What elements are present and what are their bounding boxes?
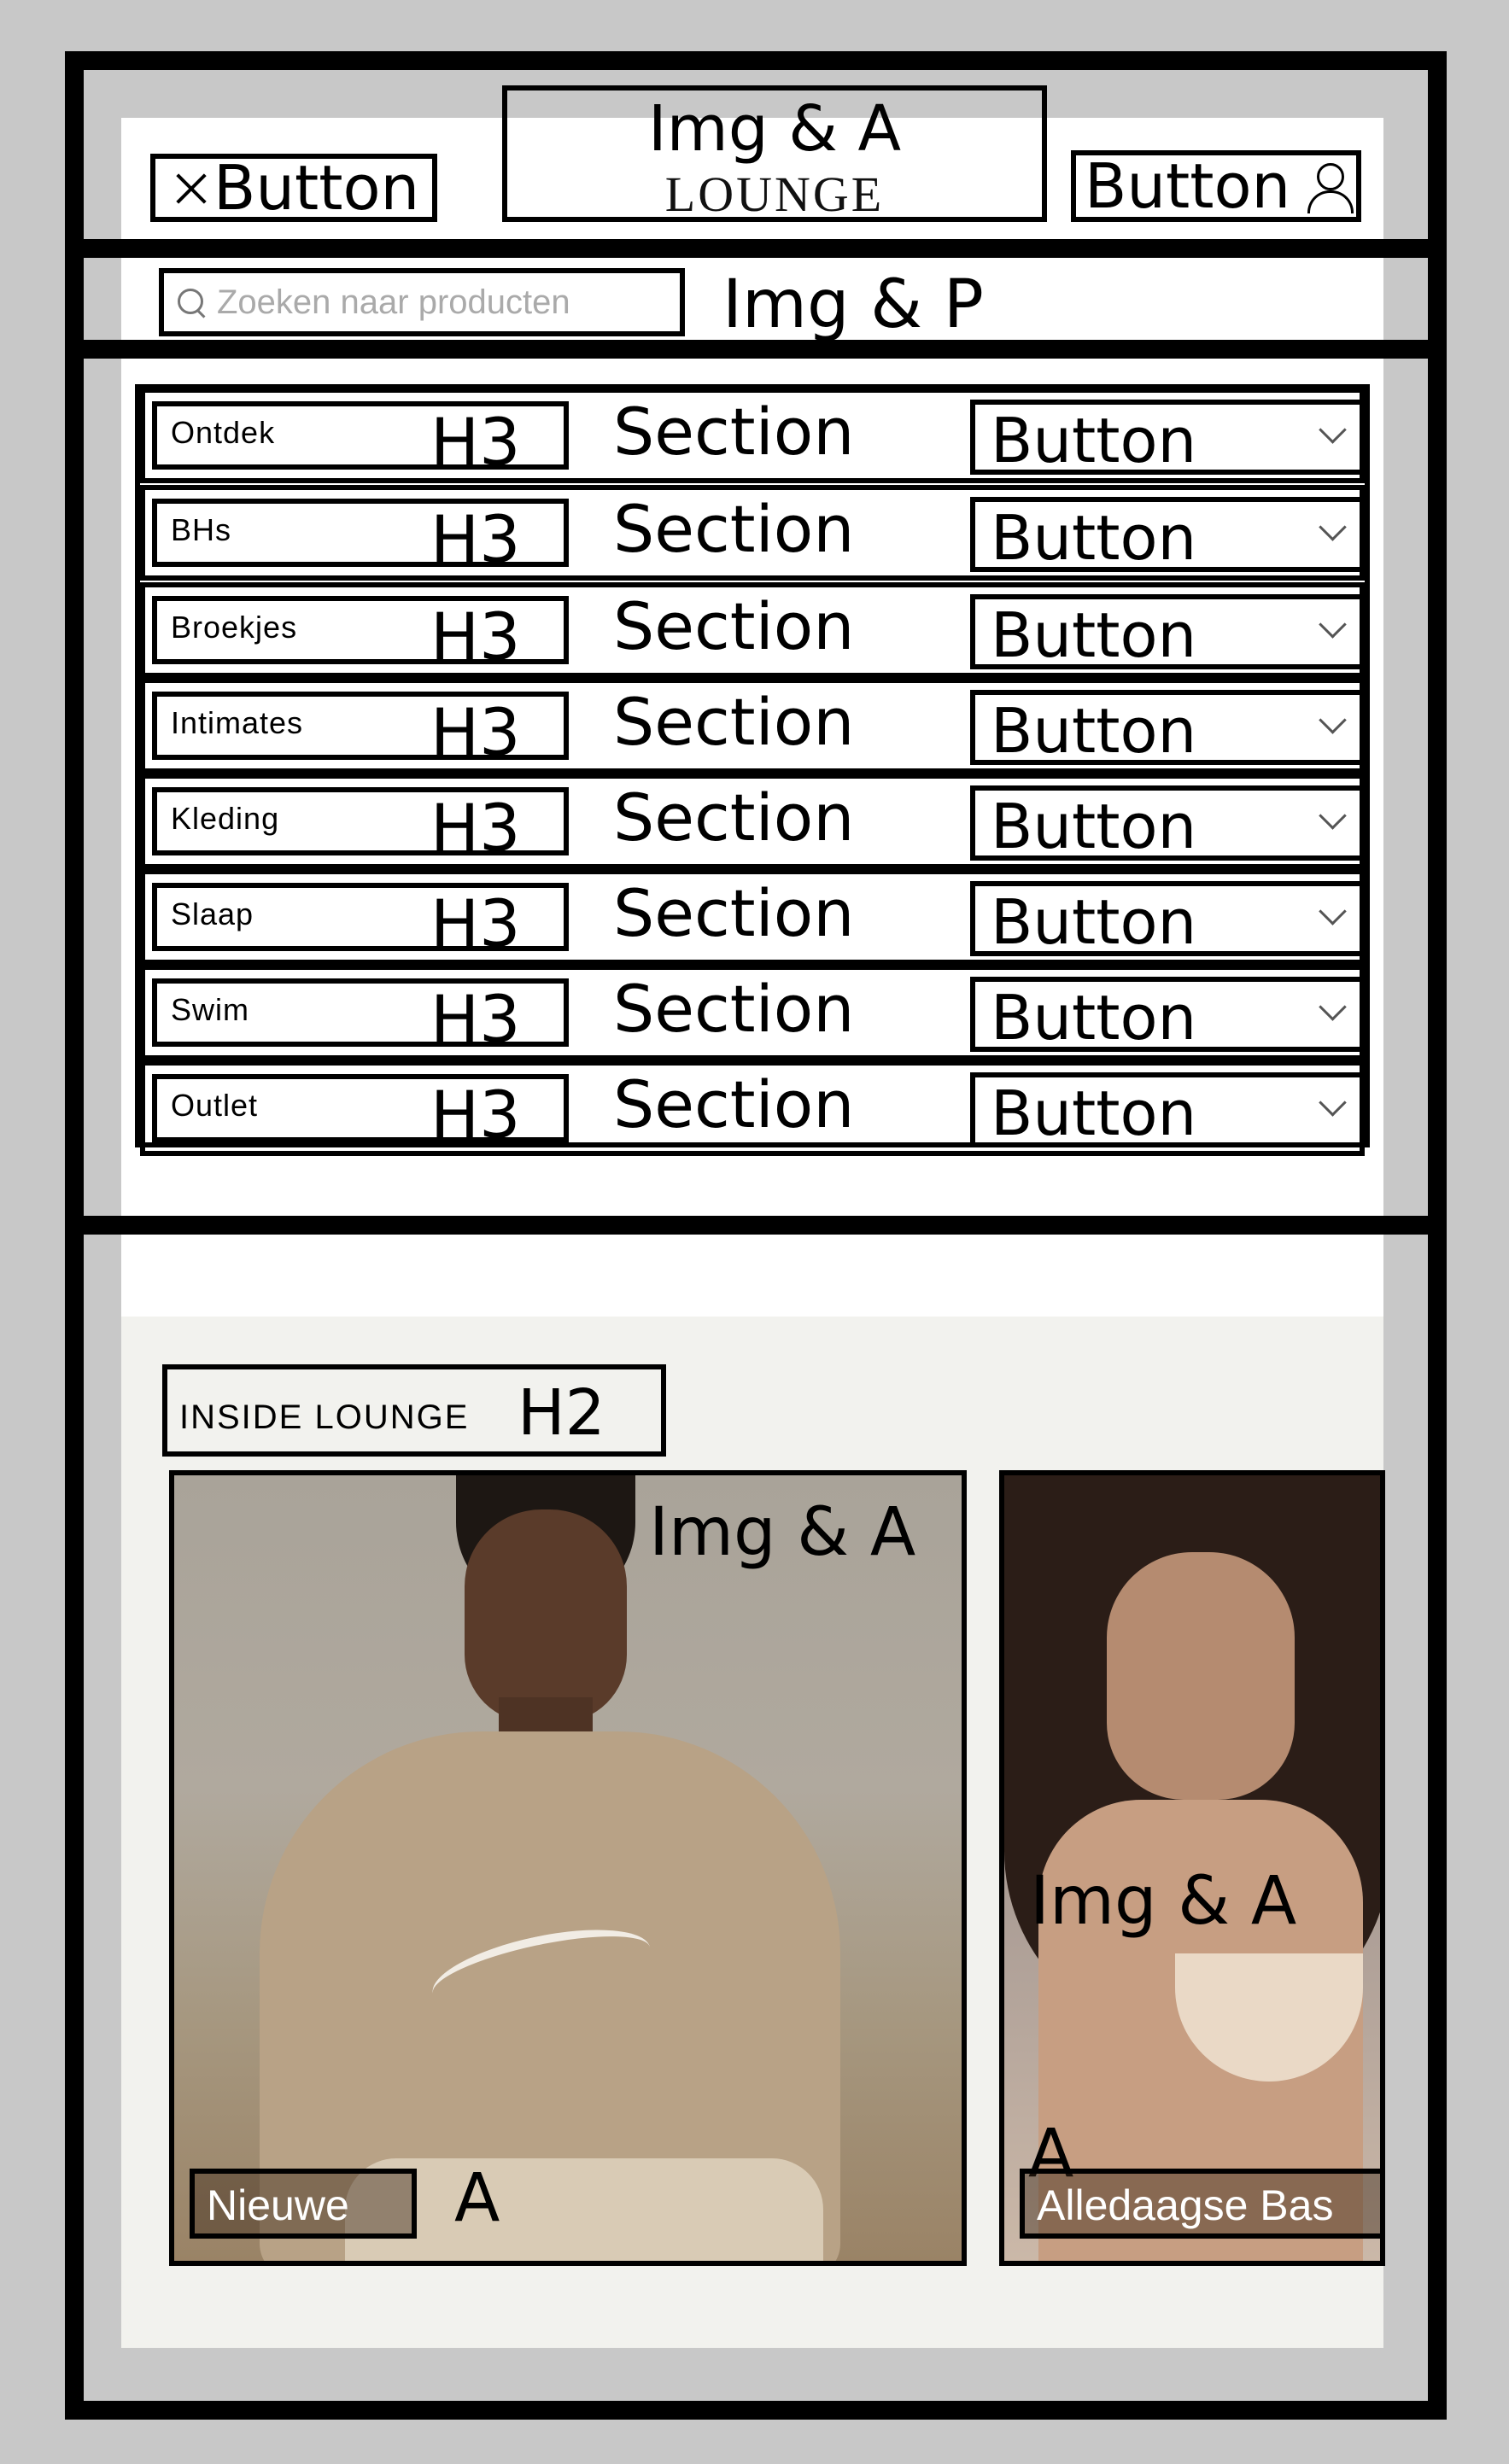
nav-expand-button[interactable]: Button — [970, 497, 1366, 572]
button-annotation: Button — [991, 791, 1197, 862]
model-pants — [345, 2158, 823, 2261]
section-annotation: Section — [613, 779, 855, 855]
search-annotation: Img & P — [722, 266, 984, 343]
button-annotation: Button — [991, 886, 1197, 958]
nav-expand-button[interactable]: Button — [970, 690, 1366, 765]
nav-heading: Swim H3 — [152, 978, 569, 1052]
nav-label: Ontdek — [171, 415, 276, 450]
nav-expand-button[interactable]: Button — [970, 881, 1366, 956]
nav-expand-button[interactable]: Button — [970, 977, 1366, 1052]
chevron-down-icon — [1319, 706, 1347, 734]
model-face — [1107, 1552, 1295, 1800]
h3-annotation: H3 — [430, 501, 521, 577]
section-annotation: Section — [613, 971, 855, 1047]
nav-heading: Slaap H3 — [152, 883, 569, 956]
model-face — [465, 1509, 627, 1723]
logo-link[interactable]: Img & A LOUNGE — [502, 85, 1047, 222]
button-annotation: Button — [991, 695, 1197, 767]
card-link-annotation: A — [454, 2160, 500, 2237]
card-image-annotation: Img & A — [649, 1494, 916, 1571]
button-annotation: Button — [991, 982, 1197, 1054]
nav-item-outlet[interactable]: Outlet H3 Section Button — [140, 1060, 1366, 1156]
close-button-label: Button — [213, 152, 420, 224]
search-icon — [176, 287, 207, 318]
nav-expand-button[interactable]: Button — [970, 1072, 1366, 1147]
chevron-down-icon — [1319, 513, 1347, 541]
chevron-down-icon — [1319, 993, 1347, 1021]
h3-annotation: H3 — [430, 598, 521, 674]
promo-h2-annotation: H2 — [518, 1376, 605, 1450]
chevron-down-icon — [1319, 802, 1347, 830]
logo-annotation: Img & A — [647, 92, 902, 166]
header-divider — [65, 239, 1447, 258]
nav-label: BHs — [171, 512, 232, 547]
button-annotation: Button — [991, 1077, 1197, 1149]
nav-expand-button[interactable]: Button — [970, 785, 1366, 861]
nav-label: Outlet — [171, 1088, 259, 1123]
chevron-down-icon — [1319, 1089, 1347, 1117]
button-annotation: Button — [991, 502, 1197, 574]
button-annotation: Button — [991, 405, 1197, 476]
card-label: Nieuwe — [207, 2181, 349, 2229]
nav-divider — [65, 1216, 1447, 1235]
h3-annotation: H3 — [430, 404, 521, 480]
nav-label: Kleding — [171, 801, 280, 836]
section-annotation: Section — [613, 684, 855, 760]
nav-heading: Ontdek H3 — [152, 401, 569, 475]
chevron-down-icon — [1319, 416, 1347, 444]
section-annotation: Section — [613, 394, 855, 470]
h3-annotation: H3 — [430, 981, 521, 1057]
section-annotation: Section — [613, 875, 855, 951]
promo-title: INSIDE LOUNGE — [179, 1398, 470, 1436]
button-annotation: Button — [991, 599, 1197, 671]
promo-heading-box: INSIDE LOUNGE H2 — [162, 1364, 666, 1457]
nav-item-swim[interactable]: Swim H3 Section Button — [140, 965, 1366, 1060]
nav-item-intimates[interactable]: Intimates H3 Section Button — [140, 678, 1366, 774]
nav-label: Swim — [171, 992, 249, 1027]
card-label-box: Nieuwe — [190, 2169, 417, 2239]
nav-expand-button[interactable]: Button — [970, 400, 1366, 475]
nav-expand-button[interactable]: Button — [970, 594, 1366, 669]
h3-annotation: H3 — [430, 885, 521, 961]
card-label-box: Alledaagse Bas — [1020, 2169, 1380, 2239]
nav-heading: Intimates H3 — [152, 692, 569, 765]
nav-heading: BHs H3 — [152, 499, 569, 572]
nav-label: Intimates — [171, 705, 304, 740]
nav-heading: Kleding H3 — [152, 787, 569, 861]
h3-annotation: H3 — [430, 1077, 521, 1153]
promo-card-basics[interactable]: Img & A A Alledaagse Bas — [999, 1470, 1385, 2266]
card-image-annotation: Img & A — [1030, 1863, 1297, 1940]
nav-heading: Outlet H3 — [152, 1074, 569, 1147]
section-annotation: Section — [613, 1066, 855, 1142]
h3-annotation: H3 — [430, 790, 521, 866]
logo: LOUNGE — [664, 166, 885, 222]
card-label: Alledaagse Bas — [1037, 2181, 1334, 2229]
search-field[interactable] — [159, 268, 685, 336]
nav-label: Slaap — [171, 896, 254, 931]
nav-label: Broekjes — [171, 610, 298, 645]
nav-item-kleding[interactable]: Kleding H3 Section Button — [140, 774, 1366, 869]
promo-card-new[interactable]: Img & A Nieuwe A — [169, 1470, 967, 2266]
spacer — [121, 1235, 1383, 1317]
nav-heading: Broekjes H3 — [152, 596, 569, 669]
chevron-down-icon — [1319, 897, 1347, 925]
section-annotation: Section — [613, 588, 855, 664]
account-button-label: Button — [1085, 150, 1291, 222]
user-icon — [1302, 160, 1355, 213]
chevron-down-icon — [1319, 610, 1347, 639]
close-button[interactable]: Button — [150, 154, 437, 222]
nav-item-bhs[interactable]: BHs H3 Section Button — [140, 485, 1366, 581]
account-button[interactable]: Button — [1071, 150, 1361, 222]
section-annotation: Section — [613, 491, 855, 567]
nav-item-broekjes[interactable]: Broekjes H3 Section Button — [140, 582, 1366, 678]
nav-item-slaap[interactable]: Slaap H3 Section Button — [140, 869, 1366, 965]
h3-annotation: H3 — [430, 694, 521, 770]
nav-item-ontdek[interactable]: Ontdek H3 Section Button — [140, 388, 1366, 483]
close-icon — [174, 171, 208, 205]
search-input[interactable] — [215, 282, 680, 323]
